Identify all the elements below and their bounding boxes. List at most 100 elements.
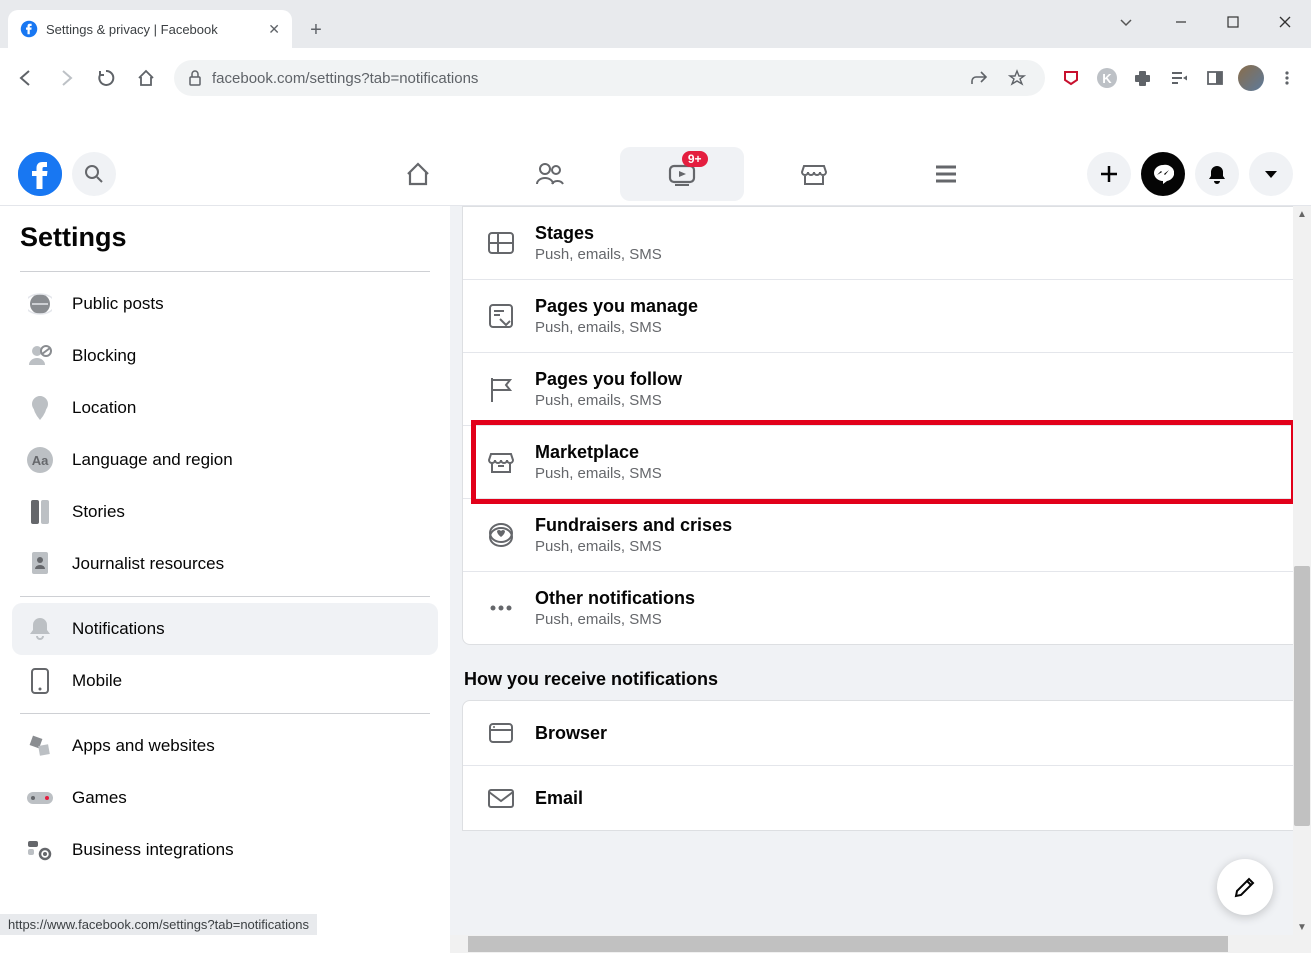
tab-close-button[interactable]: ✕ (268, 21, 280, 38)
sidebar-item-location[interactable]: Location (12, 382, 438, 434)
sidebar-item-label: Location (72, 398, 136, 418)
side-panel-icon[interactable] (1199, 62, 1231, 94)
settings-heading: Settings (12, 206, 438, 265)
notif-title: Email (535, 788, 583, 809)
sidebar-icon (22, 494, 58, 530)
sidebar-item-public-posts[interactable]: Public posts (12, 278, 438, 330)
sidebar-icon (22, 390, 58, 426)
notif-title: Pages you follow (535, 369, 682, 390)
window-close-button[interactable] (1259, 4, 1311, 40)
sidebar-item-games[interactable]: Games (12, 772, 438, 824)
hamburger-icon (933, 161, 959, 187)
bell-icon (1206, 163, 1228, 185)
sidebar-item-journalist-resources[interactable]: Journalist resources (12, 538, 438, 590)
scrollbar-thumb[interactable] (1294, 566, 1310, 826)
sidebar-icon (22, 780, 58, 816)
browser-status-bar: https://www.facebook.com/settings?tab=no… (0, 914, 317, 935)
receive-notifications-list: Browser Email (462, 700, 1301, 831)
sidebar-icon (22, 546, 58, 582)
media-control-icon[interactable] (1163, 62, 1195, 94)
browser-reload-button[interactable] (88, 60, 124, 96)
notif-row-fundraisers-and-crises[interactable]: Fundraisers and crisesPush, emails, SMS (463, 499, 1300, 572)
share-button[interactable] (965, 64, 993, 92)
account-button[interactable] (1249, 152, 1293, 196)
notif-row-pages-you-manage[interactable]: Pages you managePush, emails, SMS (463, 280, 1300, 353)
sidebar-item-stories[interactable]: Stories (12, 486, 438, 538)
url-bar[interactable]: facebook.com/settings?tab=notifications (174, 60, 1045, 96)
facebook-header: 9+ (0, 142, 1311, 206)
page-manage-icon (485, 300, 517, 332)
sidebar-item-business-integrations[interactable]: Business integrations (12, 824, 438, 876)
sidebar-item-notifications[interactable]: Notifications (12, 603, 438, 655)
nav-marketplace-button[interactable] (752, 147, 876, 201)
sidebar-item-language-and-region[interactable]: AaLanguage and region (12, 434, 438, 486)
plus-icon (1098, 163, 1120, 185)
scroll-down-arrow[interactable]: ▼ (1294, 919, 1310, 935)
messenger-button[interactable] (1141, 152, 1185, 196)
extension-k-icon[interactable]: K (1091, 62, 1123, 94)
mcafee-extension-icon[interactable] (1055, 62, 1087, 94)
sidebar-item-label: Apps and websites (72, 736, 215, 756)
notif-row-other-notifications[interactable]: Other notificationsPush, emails, SMS (463, 572, 1300, 644)
bookmark-bar-area (0, 108, 1311, 142)
browser-home-button[interactable] (128, 60, 164, 96)
sidebar-item-label: Notifications (72, 619, 165, 639)
scroll-up-arrow[interactable]: ▲ (1294, 206, 1310, 222)
notif-title: Marketplace (535, 442, 662, 463)
nav-home-button[interactable] (356, 147, 480, 201)
browser-back-button[interactable] (8, 60, 44, 96)
tab-search-dropdown-button[interactable] (1111, 8, 1141, 36)
svg-text:Aa: Aa (32, 453, 49, 468)
notifications-button[interactable] (1195, 152, 1239, 196)
notif-row-marketplace[interactable]: Marketplace Push, emails, SMS (463, 426, 1300, 499)
nav-watch-button[interactable]: 9+ (620, 147, 744, 201)
sidebar-icon (22, 663, 58, 699)
divider (20, 713, 430, 714)
window-minimize-button[interactable] (1155, 4, 1207, 40)
receive-section-heading: How you receive notifications (462, 645, 1311, 700)
sidebar-item-blocking[interactable]: Blocking (12, 330, 438, 382)
compose-icon (1233, 875, 1257, 899)
settings-sidebar: Settings Public posts Blocking Location AaL… (0, 206, 450, 953)
notif-subtitle: Push, emails, SMS (535, 246, 662, 263)
sidebar-icon (22, 832, 58, 868)
nav-friends-button[interactable] (488, 147, 612, 201)
settings-main-panel: StagesPush, emails, SMSPages you manageP… (450, 206, 1311, 953)
notif-row-stages[interactable]: StagesPush, emails, SMS (463, 207, 1300, 280)
nav-menu-button[interactable] (884, 147, 1008, 201)
chrome-menu-button[interactable] (1271, 62, 1303, 94)
horizontal-scrollbar[interactable] (450, 935, 1293, 953)
new-tab-button[interactable]: + (300, 14, 332, 46)
sidebar-icon (22, 338, 58, 374)
browser-forward-button[interactable] (48, 60, 84, 96)
facebook-search-button[interactable] (72, 152, 116, 196)
sidebar-item-label: Blocking (72, 346, 136, 366)
notif-title: Browser (535, 723, 607, 744)
browser-tab[interactable]: Settings & privacy | Facebook ✕ (8, 10, 292, 48)
receive-row-browser[interactable]: Browser (463, 701, 1300, 766)
profile-avatar-button[interactable] (1235, 62, 1267, 94)
extensions-puzzle-icon[interactable] (1127, 62, 1159, 94)
vertical-scrollbar[interactable]: ▲ ▼ (1293, 206, 1311, 953)
marketplace-icon (800, 160, 828, 188)
sidebar-item-label: Stories (72, 502, 125, 522)
sidebar-icon: Aa (22, 442, 58, 478)
window-maximize-button[interactable] (1207, 4, 1259, 40)
sidebar-item-apps-and-websites[interactable]: Apps and websites (12, 720, 438, 772)
scrollbar-thumb[interactable] (468, 936, 1228, 952)
notif-row-pages-you-follow[interactable]: Pages you followPush, emails, SMS (463, 353, 1300, 426)
receive-row-email[interactable]: Email (463, 766, 1300, 830)
notif-subtitle: Push, emails, SMS (535, 465, 662, 482)
tab-title: Settings & privacy | Facebook (46, 22, 260, 37)
heart-coin-icon (485, 519, 517, 551)
new-message-fab[interactable] (1217, 859, 1273, 915)
create-button[interactable] (1087, 152, 1131, 196)
url-text: facebook.com/settings?tab=notifications (212, 70, 955, 87)
facebook-logo[interactable] (18, 152, 62, 196)
sidebar-item-mobile[interactable]: Mobile (12, 655, 438, 707)
notif-title: Fundraisers and crises (535, 515, 732, 536)
bookmark-star-button[interactable] (1003, 64, 1031, 92)
sidebar-item-label: Games (72, 788, 127, 808)
flag-icon (485, 373, 517, 405)
friends-icon (535, 160, 565, 188)
